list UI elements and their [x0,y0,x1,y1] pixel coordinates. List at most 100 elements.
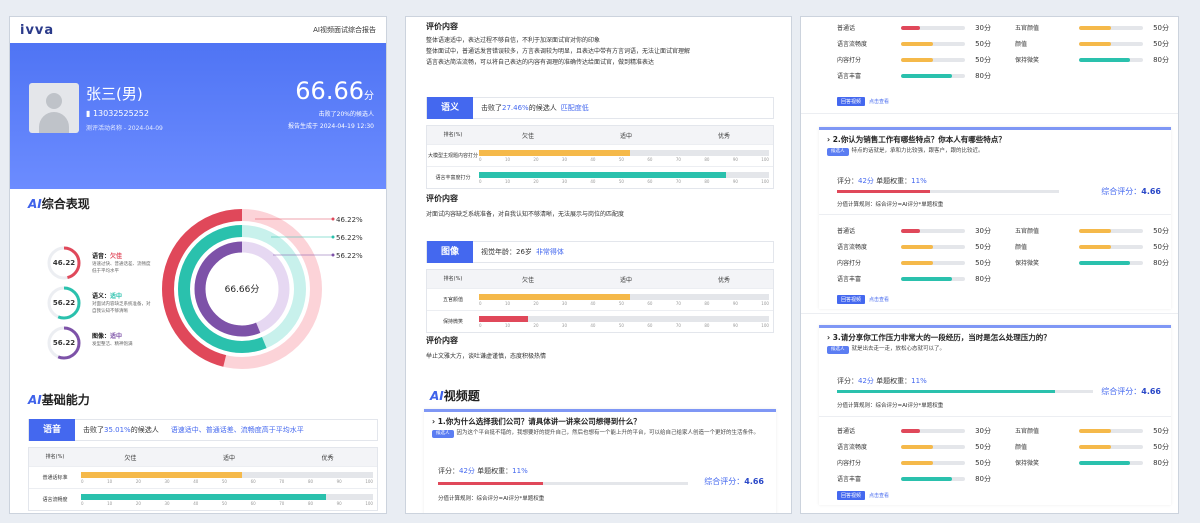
mini-label-0: 语音：欠佳 [92,253,123,260]
score-bar-fill [81,471,242,478]
mini-ring-value: 56.22 [52,299,76,307]
score-bar-fill [479,171,726,178]
question-title: › 3.请分享你工作压力非常大的一段经历，当时是怎么处理压力的？ [827,333,1051,342]
score-bar-fill [479,315,529,322]
skill-bar [901,26,965,30]
answer-video-button-2[interactable]: 回答视频 点击查看 [837,295,889,304]
skill-name: 五官颜值 [1015,228,1040,235]
skill-bar [901,74,965,78]
table-row: 语言流畅度 0 10 20 30 40 50 60 70 80 90 100 [29,488,377,510]
skill-bar [901,477,965,481]
eval2-text: 对面试内容缺乏系统准备，对自我认知不够清晰，无法展示与岗位的匹配度 [426,211,625,218]
semantic-note: 匹配度低 [560,104,589,112]
answer-video-button-1[interactable]: 回答视频 点击查看 [837,97,889,106]
skill-bar-fill [901,429,921,433]
skill-value: 80分 [1153,56,1169,64]
row-label: 五官颜值 [442,296,463,303]
skill-value: 50分 [1153,427,1169,435]
skill-bar-fill [901,26,921,30]
question-score-bar [837,390,1093,393]
mini-ring-2: 56.22 [46,325,82,361]
basic-title: AI基础能力 [28,393,90,407]
skill-bar [1079,42,1143,46]
skill-bar [1079,429,1143,433]
skill-value: 80分 [1153,259,1169,267]
skill-bar-fill [901,74,953,78]
skill-value: 30分 [975,427,991,435]
mini-ring-0: 46.22 [46,245,82,281]
question-card-3: › 3.请分享你工作压力非常大的一段经历，当时是怎么处理压力的？ 候选人 就是出去… [819,325,1171,505]
skill-name: 语言流畅度 [837,444,868,451]
beat-text: 击败了20%的候选人 [318,111,374,118]
skill-value: 50分 [975,259,991,267]
skill-value: 30分 [975,24,991,32]
skill-name: 颜值 [1015,244,1028,251]
skill-name: 普通话 [837,428,856,435]
skill-bar [901,461,965,465]
skill-name: 五官颜值 [1015,25,1040,32]
skill-name: 内容打分 [837,260,862,267]
semantic-table: 排名(%) 欠佳 适中 优秀 大模型主观题内容打分 0 10 20 30 40 50 60 70 80… [426,125,774,189]
skill-value: 80分 [1153,459,1169,467]
score-rule: 分值计算规则：综合评分=AI评分*单题权重 [837,403,944,409]
score-rule: 分值计算规则：综合评分=AI评分*单题权重 [837,202,944,208]
question-card-2: › 2.你认为销售工作有哪些特点？你本人有哪些特点？ 候选人 特点的话就是，承和力… [819,127,1171,309]
image-summary: 图像 视觉年龄：26岁 非常得体 [426,241,774,263]
skill-bar-fill [901,445,933,449]
skill-value: 50分 [1153,227,1169,235]
skill-bar-fill [1079,429,1111,433]
voice-summary: 语音 击败了35.01%的候选人 语速适中、普通话差、流畅度高于平均水平 [28,419,378,441]
skill-bar-fill [1079,229,1111,233]
row-label: 大模型主观题内容打分 [427,152,478,159]
skill-value: 50分 [975,459,991,467]
mini-desc-0: 语速过快、普通话差、流畅度低于平均水平 [92,262,151,274]
score-bar [81,471,373,478]
skill-value: 50分 [1153,24,1169,32]
answer-video-button-3[interactable]: 回答视频 点击查看 [837,491,889,500]
eval2-title: 评价内容 [426,194,458,203]
skill-bar [901,42,965,46]
generated-time: 报告生成于 2024-04-19 12:30 [288,123,374,130]
skill-value: 50分 [1153,40,1169,48]
report-panel-details: 评价内容 整体语速适中，表达过程不够自信，不利于加深面试官对你的印象 整体面试中… [405,16,792,514]
legend-semantic: 56.22% [336,234,363,242]
skill-bar-fill [901,277,953,281]
semantic-summary: 语义 击败了27.46%的候选人 匹配度低 [426,97,774,119]
score-bar [479,293,769,300]
question-score: 评分：42分 单题权重：11% [837,377,927,385]
legend-image: 56.22% [336,252,363,260]
question-card-1: › 1.你为什么选择我们公司？请具体讲一讲来公司想得到什么？ 候选人 因为这个平台… [424,409,776,513]
overview-title: AI综合表现 [28,197,90,211]
skill-name: 语言流畅度 [837,41,868,48]
video-section-title: AI视频题 [430,389,480,403]
skill-bar [901,229,965,233]
report-header: ivva AI视频面试综合报告 张三(男) ▮ 13032525252 测评活动… [10,17,386,189]
table-row: 语言丰富度打分 0 10 20 30 40 50 60 70 80 90 100 [427,166,773,188]
activity-name: 测评活动名称 - 2024-04-09 [86,125,163,132]
skill-value: 30分 [975,227,991,235]
skill-name: 内容打分 [837,460,862,467]
question-score-bar [837,190,1059,193]
semantic-beat: 击败了27.46%的候选人 [481,104,557,112]
image-table: 排名(%) 欠佳 适中 优秀 五官颜值 0 10 20 30 40 50 60 70 80 90 100 保… [426,269,774,333]
skill-value: 50分 [975,56,991,64]
skill-name: 保持微笑 [1015,57,1040,64]
question-answer: 候选人 就是出去走一走，放松心态就可以了。 [819,345,1171,354]
skill-bar-fill [1079,461,1131,465]
logo: ivva [20,22,55,38]
skill-bar [901,245,965,249]
table-row: 五官颜值 0 10 20 30 40 50 60 70 80 90 100 [427,288,773,310]
eval3-title: 评价内容 [426,336,458,345]
row-label: 语言流畅度 [42,496,68,503]
skill-bar [1079,26,1143,30]
skill-bar [901,277,965,281]
question-overall: 综合评分：4.66 [704,477,764,486]
skill-bar-fill [1079,261,1131,265]
score-bar [479,315,769,322]
ring-center-score: 66.66分 [225,284,260,295]
skill-name: 五官颜值 [1015,428,1040,435]
mini-desc-2: 发型整洁、精神饱满 [92,342,133,347]
table-row: 保持微笑 0 10 20 30 40 50 60 70 80 90 100 [427,310,773,332]
skill-bar-fill [901,58,933,62]
question-score: 评分：42分 单题权重：11% [837,177,927,185]
